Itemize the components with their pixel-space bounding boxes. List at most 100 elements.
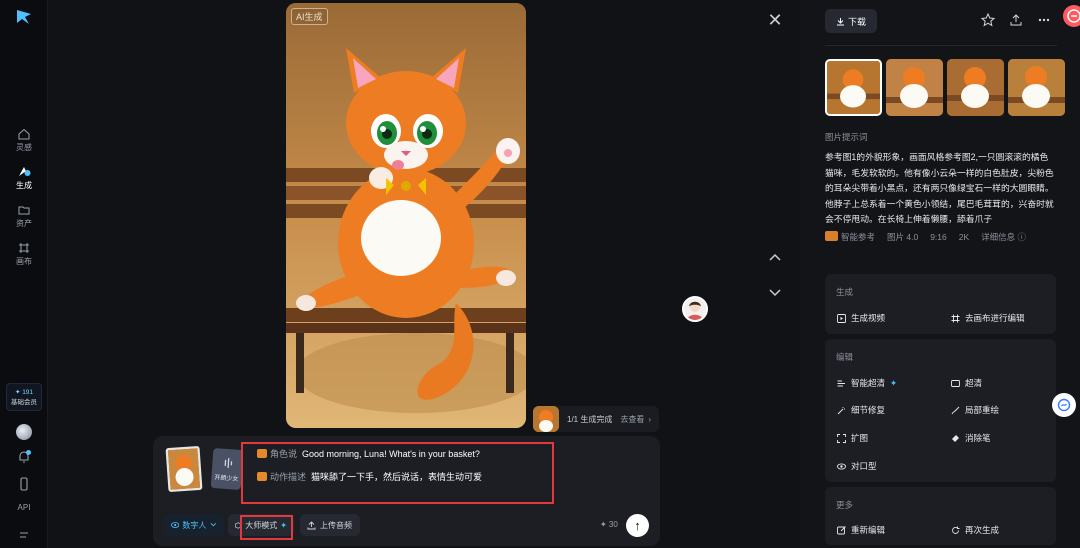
eraser-icon bbox=[952, 434, 959, 442]
reference-thumb-icon bbox=[825, 231, 838, 241]
prompt-line-text: Good morning, Luna! What's in your baske… bbox=[302, 449, 480, 459]
canvas-icon bbox=[951, 314, 960, 322]
inpaint-button[interactable]: 局部重绘 bbox=[951, 404, 999, 416]
expand-icon bbox=[837, 433, 846, 443]
prompt-line-action[interactable]: 动作描述 猫咪舔了一下手，然后说话，表情生动可爱 bbox=[257, 470, 482, 483]
chevron-down-icon bbox=[210, 523, 217, 527]
logo-icon[interactable] bbox=[15, 8, 33, 26]
variant-thumbnails bbox=[825, 59, 1065, 116]
cat-badge-icon bbox=[257, 472, 267, 481]
view-link[interactable]: 去查看 bbox=[620, 414, 644, 425]
variant-thumbnail[interactable] bbox=[825, 59, 882, 116]
generate-icon bbox=[19, 167, 31, 176]
card-title: 更多 bbox=[836, 500, 854, 510]
sidebar-item-label: 画布 bbox=[16, 257, 32, 266]
digital-human-button[interactable]: 数字人 bbox=[164, 514, 224, 536]
download-button[interactable]: 下载 bbox=[825, 9, 877, 33]
ai-generated-tag: AI生成 bbox=[291, 8, 328, 25]
card-title: 编辑 bbox=[836, 352, 854, 362]
re-edit-button[interactable]: 重新编辑 bbox=[837, 524, 885, 536]
more-card: 更多 bbox=[825, 487, 1056, 545]
card-title: 生成 bbox=[836, 287, 854, 297]
waveform-icon bbox=[224, 458, 233, 469]
generation-status[interactable]: 1/1 生成完成 去查看 › bbox=[533, 406, 659, 432]
meta-reference: 智能参考 bbox=[825, 231, 875, 243]
sidebar-item-generate[interactable]: 生成 bbox=[0, 166, 48, 191]
variant-thumbnail[interactable] bbox=[886, 59, 943, 116]
smart-upscale-button[interactable]: 智能超清 ✦ bbox=[837, 377, 897, 389]
send-button[interactable]: ↑ bbox=[626, 514, 649, 537]
assistant-avatar[interactable] bbox=[682, 296, 708, 322]
download-label: 下载 bbox=[847, 16, 866, 27]
sidebar-item-inspiration[interactable]: 灵感 bbox=[0, 128, 48, 153]
brush-icon bbox=[951, 406, 960, 414]
vip-points: ✦ 191 bbox=[14, 389, 34, 396]
credit-cost: ✦ 30 bbox=[600, 520, 618, 529]
prompt-line-speech[interactable]: 角色说 Good morning, Luna! What's in your ba… bbox=[257, 447, 480, 460]
share-icon[interactable] bbox=[1009, 13, 1023, 27]
sidebar-item-canvas[interactable]: 画布 bbox=[0, 242, 48, 267]
upscale-icon bbox=[837, 380, 845, 386]
mode-highlight-box bbox=[240, 515, 293, 540]
sparkle-icon: ✦ bbox=[890, 377, 898, 388]
cat-badge-icon bbox=[257, 449, 267, 458]
upload-icon bbox=[307, 520, 316, 529]
hd-upscale-button[interactable]: 超清 bbox=[951, 377, 982, 389]
chevron-right-icon: › bbox=[648, 414, 652, 424]
home-icon bbox=[18, 128, 30, 140]
reference-image[interactable] bbox=[165, 445, 203, 493]
more-icon[interactable] bbox=[1037, 13, 1051, 27]
refresh-icon bbox=[952, 526, 960, 534]
meta-details[interactable]: 详细信息 ⓘ bbox=[981, 231, 1026, 243]
digital-human-label: 数字人 bbox=[182, 520, 207, 530]
image-meta: 智能参考 图片 4.0 9:16 2K 详细信息 ⓘ bbox=[825, 231, 1026, 243]
api-link[interactable]: API bbox=[0, 503, 48, 512]
eye-icon bbox=[837, 462, 846, 470]
variant-thumbnail[interactable] bbox=[947, 59, 1004, 116]
star-icon[interactable] bbox=[981, 13, 995, 27]
phone-icon[interactable] bbox=[16, 476, 32, 492]
user-avatar[interactable] bbox=[16, 424, 32, 440]
assistant-float-icon[interactable] bbox=[1052, 393, 1076, 417]
vip-label: 基础会员 bbox=[11, 399, 37, 406]
menu-icon[interactable] bbox=[16, 527, 32, 543]
upload-audio-button[interactable]: 上传音频 bbox=[300, 514, 360, 536]
variant-thumbnail[interactable] bbox=[1008, 59, 1065, 116]
left-sidebar: 灵感 生成 资产 画布 ✦ 191 基础会员 API bbox=[0, 0, 48, 548]
prompt-line-label: 角色说 bbox=[270, 449, 298, 459]
edit-on-canvas-button[interactable]: 去画布进行编辑 bbox=[951, 312, 1025, 324]
regenerate-button[interactable]: 再次生成 bbox=[951, 524, 999, 536]
status-thumbnail bbox=[533, 406, 559, 432]
meta-resolution: 2K bbox=[958, 232, 970, 242]
detail-repair-button[interactable]: 细节修复 bbox=[837, 404, 885, 416]
prompt-text: 参考图1的外貌形象，画面风格参考图2,一只圆滚滚的橘色猫咪，毛发软软的。他有像小… bbox=[825, 152, 1054, 224]
meta-model: 图片 4.0 bbox=[887, 232, 919, 242]
sidebar-item-label: 生成 bbox=[16, 181, 32, 190]
upload-audio-label: 上传音频 bbox=[320, 520, 352, 530]
chevron-down-icon[interactable] bbox=[766, 287, 784, 299]
wand-icon bbox=[837, 406, 845, 414]
sidebar-item-label: 资产 bbox=[16, 219, 32, 228]
edit-icon bbox=[837, 525, 846, 534]
bell-icon[interactable] bbox=[16, 449, 32, 465]
generate-card: 生成 bbox=[825, 274, 1056, 334]
divider bbox=[825, 45, 1057, 46]
generate-video-button[interactable]: 生成视频 bbox=[837, 312, 885, 324]
audio-file[interactable]: 开朗少女 bbox=[210, 448, 244, 490]
lip-sync-button[interactable]: 对口型 bbox=[837, 460, 877, 472]
notification-icon[interactable] bbox=[1063, 5, 1080, 27]
status-text: 1/1 生成完成 bbox=[567, 414, 613, 424]
prompt-section-title: 图片提示词 bbox=[825, 132, 868, 142]
prompt-line-text: 猫咪舔了一下手，然后说话，表情生动可爱 bbox=[311, 472, 483, 482]
play-icon bbox=[837, 313, 846, 323]
chevron-up-icon[interactable] bbox=[766, 251, 784, 263]
close-icon[interactable]: ✕ bbox=[767, 11, 783, 29]
generated-image[interactable] bbox=[286, 3, 526, 428]
sidebar-item-assets[interactable]: 资产 bbox=[0, 204, 48, 229]
audio-file-label: 开朗少女 bbox=[214, 475, 239, 483]
hd-icon bbox=[951, 379, 960, 387]
eraser-button[interactable]: 消除笔 bbox=[951, 432, 991, 444]
canvas-icon bbox=[19, 243, 29, 253]
outpaint-button[interactable]: 扩图 bbox=[837, 432, 868, 444]
membership-badge[interactable]: ✦ 191 基础会员 bbox=[6, 383, 42, 411]
